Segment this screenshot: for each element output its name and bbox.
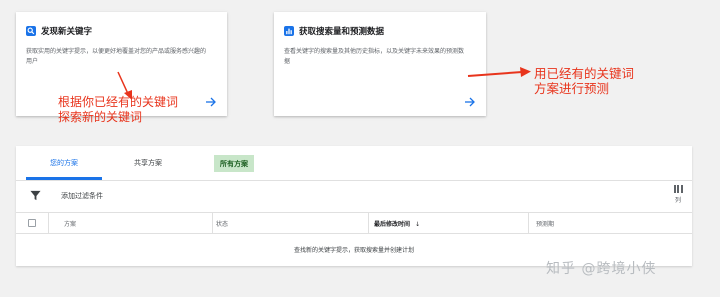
annotation-arrow-icon <box>467 67 531 77</box>
column-header-status[interactable]: 状态 <box>216 219 228 228</box>
columns-label: 列 <box>674 197 681 204</box>
tab-bar: 您的方案 共享方案 所有方案 <box>16 146 692 181</box>
select-all-checkbox[interactable] <box>28 219 36 227</box>
search-icon <box>26 26 36 36</box>
plans-panel: 您的方案 共享方案 所有方案 添加过滤条件 列 方案 状态 最后修改时间 ↓ 预测… <box>16 146 692 266</box>
annotation-line: 根据你已经有的关键词 <box>58 95 179 109</box>
columns-icon <box>670 185 686 193</box>
tab-shared-plans[interactable]: 共享方案 <box>134 158 162 180</box>
card-header: 发现新关键字 <box>26 25 92 37</box>
sort-down-icon: ↓ <box>415 221 421 228</box>
search-volume-forecast-card[interactable]: 获取搜索量和预测数据 查看关键字的搜索量及其他历史指标，以及关键字未来效果的预测… <box>274 12 486 116</box>
watermark: 知乎 @跨境小侠 <box>546 261 657 277</box>
filter-icon[interactable] <box>30 190 41 201</box>
column-header-forecast-period[interactable]: 预测期 <box>536 219 554 228</box>
card-title: 发现新关键字 <box>41 27 93 37</box>
column-header-last-modified[interactable]: 最后修改时间 ↓ <box>374 219 420 228</box>
card-header: 获取搜索量和预测数据 <box>284 25 384 37</box>
empty-state-message: 查找新的关键字提示，获取搜索量并创建计划 <box>293 247 414 254</box>
column-header-plan[interactable]: 方案 <box>64 219 76 228</box>
filter-row: 添加过滤条件 列 <box>16 181 692 211</box>
annotation-left: 根据你已经有的关键词 探索新的关键词 <box>58 95 178 125</box>
annotation-right: 用已经有的关键词 方案进行预测 <box>534 66 634 96</box>
column-divider <box>368 213 369 234</box>
arrow-right-icon[interactable] <box>205 97 217 107</box>
table-header: 方案 状态 最后修改时间 ↓ 预测期 <box>16 212 692 234</box>
card-title: 获取搜索量和预测数据 <box>299 27 385 37</box>
annotation-line: 探索新的关键词 <box>58 110 143 124</box>
arrow-right-icon[interactable] <box>464 97 476 107</box>
column-divider <box>528 213 529 234</box>
column-header-label: 最后修改时间 <box>374 221 411 228</box>
annotation-line: 方案进行预测 <box>534 81 610 96</box>
columns-button[interactable]: 列 <box>670 185 686 204</box>
column-divider <box>212 213 213 234</box>
add-filter-button[interactable]: 添加过滤条件 <box>61 191 103 201</box>
bar-chart-icon <box>284 26 294 36</box>
annotation-line: 用已经有的关键词 <box>534 66 635 81</box>
card-description: 查看关键字的搜索量及其他历史指标，以及关键字未来效果的预测数据 <box>284 48 465 65</box>
card-description: 获取实用的关键字提示，以便更好地覆盖对您的产品或服务感兴趣的用户 <box>26 48 207 65</box>
tab-all-plans[interactable]: 所有方案 <box>214 155 254 172</box>
column-divider <box>48 213 49 234</box>
